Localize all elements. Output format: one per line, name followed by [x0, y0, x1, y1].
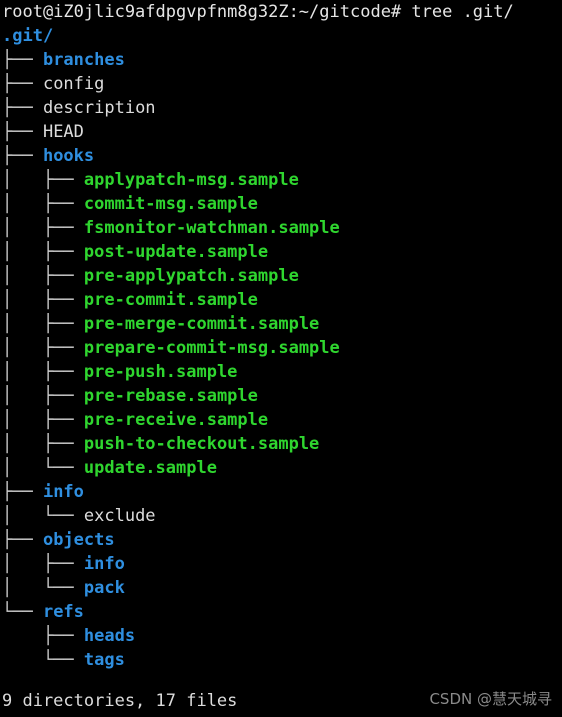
tree-branch-glyph: │ ├──: [2, 194, 84, 214]
tree-branch-glyph: │ ├──: [2, 410, 84, 430]
tree-branch-glyph: ├──: [2, 146, 43, 166]
csdn-watermark: CSDN @慧天城寻: [429, 690, 552, 708]
tree-branch-glyph: ├──: [2, 74, 43, 94]
tree-row: │ └── pack: [0, 576, 562, 600]
tree-branch-glyph: ├──: [2, 122, 43, 142]
tree-branch-glyph: └──: [2, 602, 43, 622]
tree-row: │ └── exclude: [0, 504, 562, 528]
tree-branch-glyph: │ ├──: [2, 338, 84, 358]
tree-branch-glyph: │ ├──: [2, 554, 84, 574]
tree-directory-name: pack: [83, 578, 125, 598]
tree-executable-name: commit-msg.sample: [83, 194, 258, 214]
tree-directory-name: objects: [42, 530, 115, 550]
tree-branch-glyph: │ ├──: [2, 218, 84, 238]
tree-executable-name: pre-push.sample: [83, 362, 238, 382]
tree-directory-name: heads: [83, 626, 136, 646]
tree-row: ├── heads: [0, 624, 562, 648]
tree-executable-name: applypatch-msg.sample: [83, 170, 299, 190]
tree-file-name: description: [42, 98, 156, 118]
tree-branch-glyph: ├──: [2, 482, 43, 502]
tree-executable-name: pre-rebase.sample: [83, 386, 258, 406]
tree-row: │ ├── pre-rebase.sample: [0, 384, 562, 408]
tree-branch-glyph: │ ├──: [2, 242, 84, 262]
tree-file-name: exclude: [83, 506, 156, 526]
tree-row: └── refs: [0, 600, 562, 624]
tree-directory-name: info: [42, 482, 84, 502]
tree-file-name: HEAD: [42, 122, 84, 142]
tree-branch-glyph: │ ├──: [2, 362, 84, 382]
tree-row: │ ├── pre-push.sample: [0, 360, 562, 384]
tree-row: │ ├── pre-commit.sample: [0, 288, 562, 312]
tree-row: ├── hooks: [0, 144, 562, 168]
tree-row: ├── config: [0, 72, 562, 96]
tree-branch-glyph: │ ├──: [2, 266, 84, 286]
tree-output: ├── branches ├── config ├── description ├──…: [0, 48, 562, 672]
tree-row: ├── branches: [0, 48, 562, 72]
tree-row: │ ├── prepare-commit-msg.sample: [0, 336, 562, 360]
tree-row: ├── HEAD: [0, 120, 562, 144]
tree-branch-glyph: │ └──: [2, 458, 84, 478]
tree-root-name: .git/: [2, 26, 54, 46]
tree-branch-glyph: │ └──: [2, 578, 84, 598]
tree-directory-name: hooks: [42, 146, 95, 166]
tree-summary: 9 directories, 17 files: [2, 691, 238, 711]
tree-executable-name: post-update.sample: [83, 242, 269, 262]
tree-row: ├── description: [0, 96, 562, 120]
tree-row: │ ├── commit-msg.sample: [0, 192, 562, 216]
tree-row: │ ├── post-update.sample: [0, 240, 562, 264]
terminal-window[interactable]: root@iZ0jlic9afdpgvpfnm8g32Z:~/gitcode# …: [0, 0, 562, 717]
tree-row: │ ├── pre-receive.sample: [0, 408, 562, 432]
tree-row: │ ├── fsmonitor-watchman.sample: [0, 216, 562, 240]
tree-row: ├── objects: [0, 528, 562, 552]
tree-executable-name: prepare-commit-msg.sample: [83, 338, 340, 358]
tree-row: │ ├── pre-merge-commit.sample: [0, 312, 562, 336]
tree-row: │ ├── pre-applypatch.sample: [0, 264, 562, 288]
tree-executable-name: pre-receive.sample: [83, 410, 269, 430]
tree-directory-name: refs: [42, 602, 84, 622]
tree-branch-glyph: ├──: [2, 98, 43, 118]
tree-executable-name: push-to-checkout.sample: [83, 434, 320, 454]
tree-executable-name: fsmonitor-watchman.sample: [83, 218, 340, 238]
tree-branch-glyph: ├──: [2, 50, 43, 70]
tree-root-label: .git/: [0, 24, 562, 48]
tree-branch-glyph: │ ├──: [2, 290, 84, 310]
tree-row: │ ├── info: [0, 552, 562, 576]
tree-executable-name: update.sample: [83, 458, 217, 478]
tree-row: │ ├── applypatch-msg.sample: [0, 168, 562, 192]
tree-branch-glyph: └──: [2, 650, 84, 670]
tree-executable-name: pre-merge-commit.sample: [83, 314, 320, 334]
tree-branch-glyph: ├──: [2, 530, 43, 550]
tree-branch-glyph: │ └──: [2, 506, 84, 526]
tree-file-name: config: [42, 74, 105, 94]
tree-executable-name: pre-applypatch.sample: [83, 266, 299, 286]
tree-branch-glyph: │ ├──: [2, 170, 84, 190]
tree-directory-name: tags: [83, 650, 125, 670]
tree-row: │ ├── push-to-checkout.sample: [0, 432, 562, 456]
tree-executable-name: pre-commit.sample: [83, 290, 258, 310]
tree-branch-glyph: │ ├──: [2, 386, 84, 406]
tree-directory-name: branches: [42, 50, 125, 70]
tree-directory-name: info: [83, 554, 125, 574]
tree-row: │ └── update.sample: [0, 456, 562, 480]
tree-branch-glyph: │ ├──: [2, 434, 84, 454]
shell-prompt-line: root@iZ0jlic9afdpgvpfnm8g32Z:~/gitcode# …: [2, 2, 514, 22]
tree-branch-glyph: ├──: [2, 626, 84, 646]
tree-row: └── tags: [0, 648, 562, 672]
tree-branch-glyph: │ ├──: [2, 314, 84, 334]
tree-row: ├── info: [0, 480, 562, 504]
